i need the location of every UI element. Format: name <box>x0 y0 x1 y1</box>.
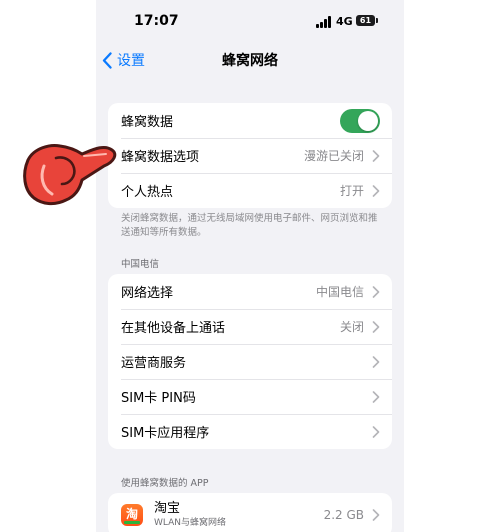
carrier-settings-group: 网络选择 中国电信 在其他设备上通话 关闭 运营商服务 SIM卡 PIN码 SI… <box>108 274 392 449</box>
chevron-right-icon <box>372 320 380 333</box>
chevron-right-icon <box>372 285 380 298</box>
apps-section-header: 使用蜂窝数据的 APP <box>121 478 209 489</box>
status-time: 17:07 <box>134 13 179 29</box>
page-title: 蜂窝网络 <box>222 53 278 69</box>
cellular-data-toggle[interactable] <box>340 108 380 133</box>
app-icon-stripe <box>124 521 140 524</box>
calls-on-other-devices-row[interactable]: 在其他设备上通话 关闭 <box>108 309 392 344</box>
cellular-data-options-row[interactable]: 蜂窝数据选项 漫游已关闭 <box>108 138 392 173</box>
apps-group: 淘 淘宝 WLAN与蜂窝网络 2.2 GB <box>108 493 392 532</box>
app-name: 淘宝 <box>154 501 181 516</box>
battery-icon: 61 <box>356 15 378 26</box>
cellular-data-options-label: 蜂窝数据选项 <box>121 150 200 165</box>
personal-hotspot-row[interactable]: 个人热点 打开 <box>108 173 392 208</box>
phone-screen: 17:07 4G 61 设置 蜂窝网络 蜂窝数据 蜂窝数据选项 漫游已关闭 个人… <box>96 0 404 532</box>
cellular-data-label: 蜂窝数据 <box>121 115 174 130</box>
carrier-services-row[interactable]: 运营商服务 <box>108 344 392 379</box>
cellular-data-options-value: 漫游已关闭 <box>303 149 364 163</box>
toggle-knob <box>358 110 378 131</box>
app-data-usage: 2.2 GB <box>323 508 364 522</box>
sim-applications-label: SIM卡应用程序 <box>121 426 210 441</box>
chevron-right-icon <box>372 184 380 197</box>
cellular-data-row: 蜂窝数据 <box>108 103 392 138</box>
pointing-hand-icon <box>23 144 117 206</box>
app-icon-glyph: 淘 <box>125 507 138 521</box>
network-type: 4G <box>336 15 353 28</box>
chevron-right-icon <box>372 509 380 521</box>
app-subtitle: WLAN与蜂窝网络 <box>154 518 227 528</box>
carrier-section-header: 中国电信 <box>121 259 160 270</box>
personal-hotspot-value: 打开 <box>339 184 364 198</box>
network-selection-row[interactable]: 网络选择 中国电信 <box>108 274 392 309</box>
app-texts: 淘宝 WLAN与蜂窝网络 <box>154 501 324 529</box>
sim-pin-row[interactable]: SIM卡 PIN码 <box>108 379 392 414</box>
sim-applications-row[interactable]: SIM卡应用程序 <box>108 414 392 449</box>
signal-icon <box>316 16 332 28</box>
carrier-services-label: 运营商服务 <box>121 356 187 371</box>
cellular-settings-group: 蜂窝数据 蜂窝数据选项 漫游已关闭 个人热点 打开 <box>108 103 392 208</box>
chevron-right-icon <box>372 425 380 438</box>
taobao-app-icon: 淘 <box>121 504 143 526</box>
navigation-bar: 设置 蜂窝网络 <box>96 44 404 74</box>
network-selection-value: 中国电信 <box>315 285 364 299</box>
sim-pin-label: SIM卡 PIN码 <box>121 391 196 406</box>
calls-on-other-devices-value: 关闭 <box>339 320 364 334</box>
status-bar: 17:07 4G 61 <box>96 0 404 44</box>
chevron-right-icon <box>372 149 380 162</box>
chevron-right-icon <box>372 390 380 403</box>
personal-hotspot-label: 个人热点 <box>121 185 174 200</box>
network-selection-label: 网络选择 <box>121 286 174 301</box>
app-row-taobao[interactable]: 淘 淘宝 WLAN与蜂窝网络 2.2 GB <box>108 493 392 532</box>
calls-on-other-devices-label: 在其他设备上通话 <box>121 321 226 336</box>
cellular-data-footnote: 关闭蜂窝数据，通过无线局域网使用电子邮件、网页浏览和推送通知等所有数据。 <box>121 213 378 238</box>
chevron-right-icon <box>372 355 380 368</box>
